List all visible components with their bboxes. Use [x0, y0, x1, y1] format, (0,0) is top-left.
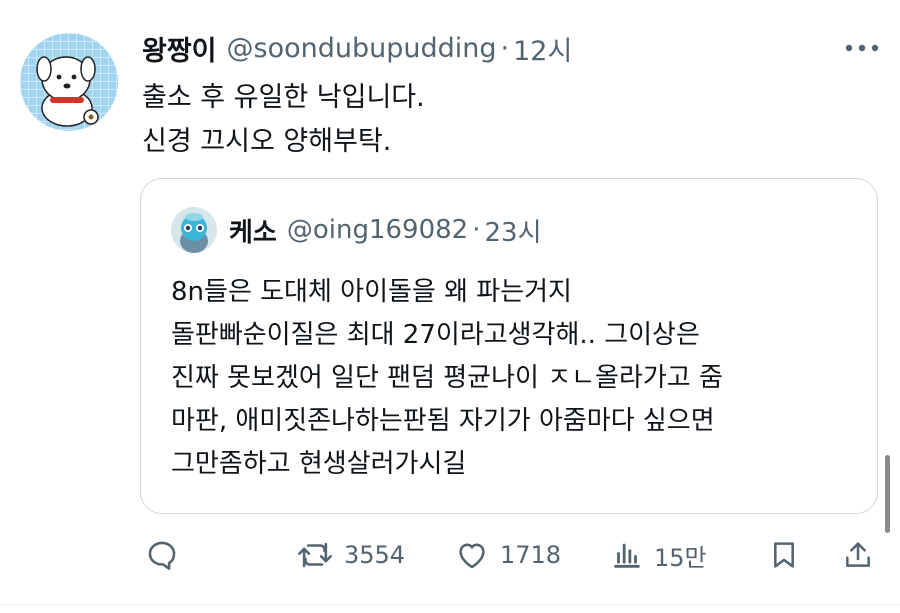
more-button[interactable]: [840, 36, 884, 60]
retweet-icon: [298, 542, 332, 568]
share-upload-icon: [846, 542, 870, 567]
tweet-text: 출소 후 유일한 낙입니다. 신경 끄시오 양해부탁.: [142, 76, 425, 164]
tweet-header: 왕짱이 @soondubupudding · 12시: [142, 26, 572, 70]
white-puppy-avatar-icon: [20, 33, 118, 131]
quote-text-line: 8n들은 도대체 아이돌을 왜 파는거지: [171, 277, 572, 307]
quote-separator-dot: ·: [472, 215, 481, 245]
quoted-tweet[interactable]: 케소 @oing169082 · 23시 8n들은 도대체 아이돌을 왜 파는거…: [140, 178, 878, 514]
retweet-button[interactable]: 3554: [296, 527, 405, 583]
divider: [0, 604, 900, 605]
quote-time[interactable]: 23시: [484, 212, 541, 249]
tweet-text-line: 신경 끄시오 양해부탁.: [142, 126, 392, 157]
avatar[interactable]: [20, 33, 118, 131]
like-button[interactable]: 1718: [454, 527, 561, 583]
user-handle[interactable]: @soondubupudding: [227, 33, 497, 64]
quote-user-handle[interactable]: @oing169082: [287, 215, 468, 245]
quote-text-line: 마판, 애미짓존나하는판됨 자기가 아줌마다 싶으면: [171, 406, 715, 436]
heart-icon: [459, 543, 485, 569]
reply-bubble-icon: [148, 541, 176, 570]
quote-avatar[interactable]: [171, 207, 217, 253]
separator-dot: ·: [500, 32, 510, 64]
scrollbar[interactable]: [885, 455, 890, 533]
tweet-text-line: 출소 후 유일한 낙입니다.: [142, 82, 425, 113]
bookmark-icon: [774, 542, 794, 568]
quote-display-name[interactable]: 케소: [229, 212, 277, 249]
blue-character-avatar-icon: [171, 207, 217, 253]
quote-text-line: 돌판빠순이질은 최대 27이라고생각해.. 그이상은: [171, 320, 700, 350]
bookmark-button[interactable]: [768, 527, 800, 583]
quote-text-line: 그만좀하고 현생살러가시길: [171, 449, 467, 479]
retweet-count: 3554: [344, 541, 406, 569]
views-bar-chart-icon: [614, 543, 640, 568]
reply-button[interactable]: [145, 527, 179, 583]
quote-text: 8n들은 도대체 아이돌을 왜 파는거지 돌판빠순이질은 최대 27이라고생각해…: [171, 271, 723, 486]
action-bar: 3554 1718 15만: [0, 527, 900, 583]
more-dots-icon: [845, 44, 879, 52]
share-button[interactable]: [842, 527, 874, 583]
tweet-time[interactable]: 12시: [513, 29, 572, 68]
like-count: 1718: [500, 541, 562, 569]
views-button[interactable]: 15만: [610, 527, 707, 583]
display-name[interactable]: 왕짱이: [142, 29, 217, 68]
quote-text-line: 진짜 못보겠어 일단 팬덤 평균나이 ㅈㄴ올라가고 줌: [171, 363, 723, 393]
views-count: 15만: [654, 543, 707, 572]
quote-header: 케소 @oing169082 · 23시: [229, 209, 542, 251]
